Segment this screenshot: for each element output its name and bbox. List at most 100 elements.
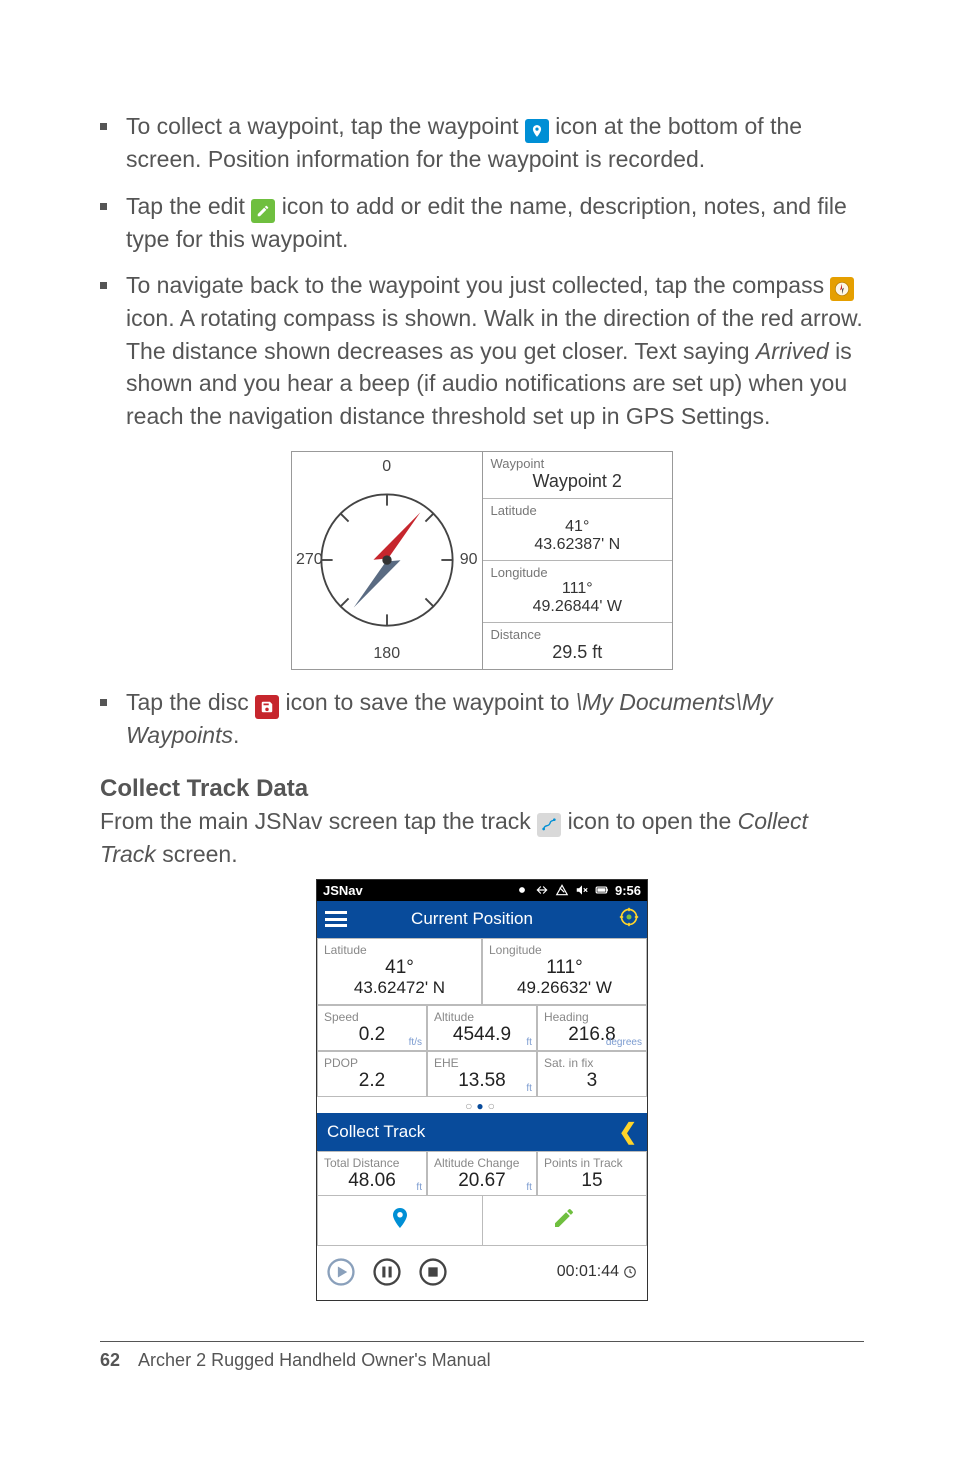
field-label: Latitude <box>491 503 665 518</box>
status-time: 9:56 <box>615 883 641 898</box>
sync-icon <box>535 883 549 897</box>
stop-button[interactable] <box>419 1258 447 1286</box>
field-label: Altitude <box>434 1010 530 1024</box>
collect-track-title: Collect Track <box>327 1122 425 1142</box>
text: icon to save the waypoint to <box>286 689 576 715</box>
metrics-row-2: PDOP 2.2 EHE 13.58 ft Sat. in fix 3 <box>317 1051 647 1097</box>
compass-north-label: 0 <box>382 458 391 476</box>
points-in-track-cell: Points in Track 15 <box>537 1151 647 1197</box>
field-label: Sat. in fix <box>544 1056 640 1070</box>
waypoint-pin-icon <box>388 1206 412 1230</box>
field-value: 29.5 ft <box>491 642 665 663</box>
mode-tabs <box>317 1196 647 1246</box>
field-label: Speed <box>324 1010 420 1024</box>
gps-status-icon[interactable] <box>619 907 639 932</box>
tab-waypoint[interactable] <box>318 1196 483 1245</box>
track-metrics-row: Total Distance 48.06 ft Altitude Change … <box>317 1151 647 1197</box>
waypoint-screenshot: 0 180 90 270 <box>291 451 673 670</box>
field-unit: ft <box>526 1182 532 1193</box>
waypoint-info-column: Waypoint Waypoint 2 Latitude 41° 43.6238… <box>483 452 673 669</box>
field-value: 48.06 <box>324 1170 420 1192</box>
tab-edit[interactable] <box>483 1196 647 1245</box>
field-value: 13.58 <box>434 1070 530 1092</box>
text: screen. <box>162 841 237 867</box>
field-value: 41° 43.62472' N <box>324 957 475 998</box>
field-value: 15 <box>544 1170 640 1192</box>
field-value: 41° <box>491 518 665 536</box>
field-label: Longitude <box>489 943 640 957</box>
list-item: To collect a waypoint, tap the waypoint … <box>100 110 864 176</box>
field-unit: degrees <box>606 1037 642 1048</box>
field-label: EHE <box>434 1056 530 1070</box>
list-item: Tap the disc icon to save the waypoint t… <box>100 686 864 752</box>
app-header: Current Position <box>317 901 647 938</box>
status-bar: JSNav 9:56 <box>317 880 647 901</box>
altitude-change-cell: Altitude Change 20.67 ft <box>427 1151 537 1197</box>
compass-panel: 0 180 90 270 <box>292 452 483 669</box>
play-button[interactable] <box>327 1258 355 1286</box>
longitude-cell: Longitude 111° 49.26632' W <box>482 938 647 1005</box>
pause-button[interactable] <box>373 1258 401 1286</box>
waypoint-name-cell: Waypoint Waypoint 2 <box>483 452 673 499</box>
field-label: PDOP <box>324 1056 420 1070</box>
field-value: Waypoint 2 <box>491 471 665 492</box>
latitude-cell: Latitude 41° 43.62472' N <box>317 938 482 1005</box>
field-label: Points in Track <box>544 1156 640 1170</box>
field-label: Distance <box>491 627 665 642</box>
save-disc-icon <box>255 695 279 719</box>
text: . <box>233 722 239 748</box>
page-dots: ○●○ <box>317 1097 647 1113</box>
list-item: To navigate back to the waypoint you jus… <box>100 269 864 432</box>
text: Tap the disc <box>126 689 255 715</box>
altitude-cell: Altitude 4544.9 ft <box>427 1005 537 1051</box>
text: From the main JSNav screen tap the track <box>100 808 537 834</box>
battery-icon <box>595 883 609 897</box>
latitude-cell: Latitude 41° 43.62387' N <box>483 499 673 561</box>
speed-cell: Speed 0.2 ft/s <box>317 1005 427 1051</box>
footer-title: Archer 2 Rugged Handheld Owner's Manual <box>138 1350 491 1370</box>
field-label: Heading <box>544 1010 640 1024</box>
list-item: Tap the edit icon to add or edit the nam… <box>100 190 864 256</box>
track-controls: 00:01:44 <box>317 1246 647 1300</box>
field-value: 4544.9 <box>434 1024 530 1046</box>
total-distance-cell: Total Distance 48.06 ft <box>317 1151 427 1197</box>
compass-south-label: 180 <box>373 645 400 663</box>
timer-value: 00:01:44 <box>557 1263 619 1281</box>
field-unit: ft/s <box>409 1037 422 1048</box>
text: To collect a waypoint, tap the waypoint <box>126 113 525 139</box>
field-value: 49.26844' W <box>491 598 665 616</box>
compass-east-label: 90 <box>460 551 478 569</box>
status-app-name: JSNav <box>323 883 363 898</box>
field-unit: ft <box>416 1182 422 1193</box>
compass-dial-icon <box>312 485 462 635</box>
header-title: Current Position <box>325 909 619 929</box>
text: Tap the edit <box>126 193 251 219</box>
longitude-cell: Longitude 111° 49.26844' W <box>483 561 673 623</box>
section-heading: Collect Track Data <box>100 775 864 803</box>
field-label: Latitude <box>324 943 475 957</box>
field-value: 43.62387' N <box>491 536 665 554</box>
track-path-icon <box>537 813 561 837</box>
distance-cell: Distance 29.5 ft <box>483 623 673 669</box>
collect-track-header: Collect Track ❮ <box>317 1113 647 1151</box>
satellite-icon <box>515 883 529 897</box>
volume-mute-icon <box>575 883 589 897</box>
field-value: 0.2 <box>324 1024 420 1046</box>
field-label: Altitude Change <box>434 1156 530 1170</box>
field-unit: ft <box>526 1037 532 1048</box>
field-label: Total Distance <box>324 1156 420 1170</box>
jsnav-screenshot: JSNav 9:56 Current Position Latitude 41° <box>316 879 648 1302</box>
page-number: 62 <box>100 1350 120 1370</box>
waypoint-pin-icon <box>525 119 549 143</box>
field-label: Waypoint <box>491 456 665 471</box>
body-paragraph: From the main JSNav screen tap the track… <box>100 805 864 870</box>
field-value: 3 <box>544 1070 640 1092</box>
heading-cell: Heading 216.8 degrees <box>537 1005 647 1051</box>
latlon-row: Latitude 41° 43.62472' N Longitude 111° … <box>317 938 647 1005</box>
text: To navigate back to the waypoint you jus… <box>126 272 830 298</box>
signal-icon <box>555 883 569 897</box>
chevron-left-icon[interactable]: ❮ <box>619 1119 637 1145</box>
satfix-cell: Sat. in fix 3 <box>537 1051 647 1097</box>
field-unit: ft <box>526 1083 532 1094</box>
pdop-cell: PDOP 2.2 <box>317 1051 427 1097</box>
